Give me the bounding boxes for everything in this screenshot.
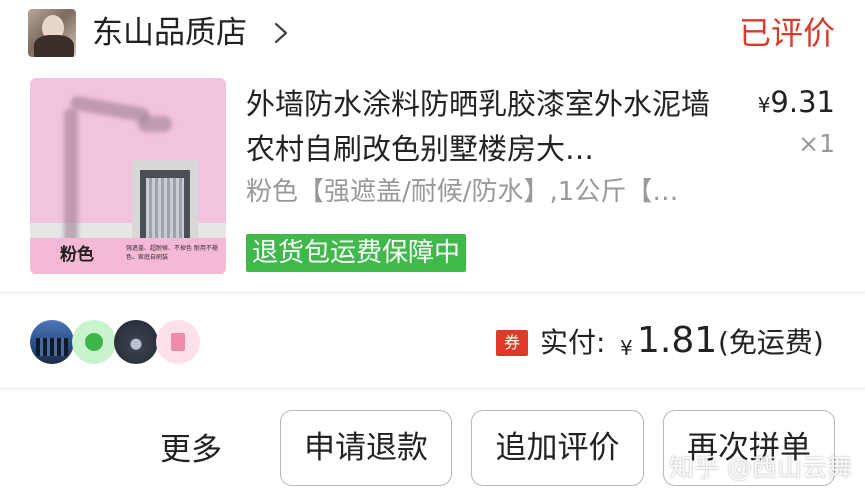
- watermark: 知乎 @西山云舞: [669, 453, 852, 482]
- price-value: 9.31: [770, 85, 835, 119]
- thumb-lamp-head: [138, 116, 172, 132]
- paid-amount: 1.81: [637, 320, 718, 361]
- order-card-header: 东山品质店 已评价: [0, 0, 865, 68]
- friend-avatar-apple: [72, 320, 116, 364]
- order-status: 已评价: [738, 14, 835, 52]
- shipping-note: (免运费): [718, 326, 824, 359]
- paid-label: 实付:: [540, 326, 606, 359]
- product-title[interactable]: 外墙防水涂料防晒乳胶漆室外水泥墙农村自刷改色别墅楼房大…: [246, 82, 721, 172]
- product-quantity: ×1: [798, 129, 835, 158]
- shop-avatar[interactable]: [28, 9, 76, 57]
- product-spec: 粉色【强遮盖/耐候/防水】,1公斤【…: [246, 177, 679, 207]
- more-button[interactable]: 更多: [160, 428, 222, 472]
- price-currency: ¥: [757, 93, 771, 117]
- product-row[interactable]: 粉色 强遮盖、超耐候、不掉色 耐用不褪色、家庭自刷装 外墙防水涂料防晒乳胶漆室外…: [0, 72, 865, 282]
- request-refund-button[interactable]: 申请退款: [280, 410, 452, 486]
- paid-currency: ¥: [620, 336, 633, 360]
- product-thumbnail[interactable]: 粉色 强遮盖、超耐候、不掉色 耐用不褪色、家庭自刷装: [30, 78, 226, 274]
- guarantee-badge: 退货包运费保障中: [246, 234, 467, 272]
- product-price: ¥9.31: [758, 84, 835, 123]
- divider: [0, 292, 865, 293]
- divider: [0, 388, 865, 389]
- thumb-caption: 强遮盖、超耐候、不掉色 耐用不褪色、家庭自刷装: [126, 245, 218, 261]
- thumb-color-label: 粉色: [60, 245, 94, 265]
- chevron-right-icon[interactable]: [270, 21, 292, 45]
- shop-name[interactable]: 东山品质店: [92, 13, 247, 53]
- friend-avatar-trash: [156, 320, 200, 364]
- coupon-icon: 券: [496, 330, 528, 356]
- thumb-lamp-shadow: [64, 108, 78, 258]
- friend-avatar-night: [114, 320, 158, 364]
- add-review-button[interactable]: 追加评价: [471, 410, 644, 486]
- friend-avatar-city: [30, 320, 74, 364]
